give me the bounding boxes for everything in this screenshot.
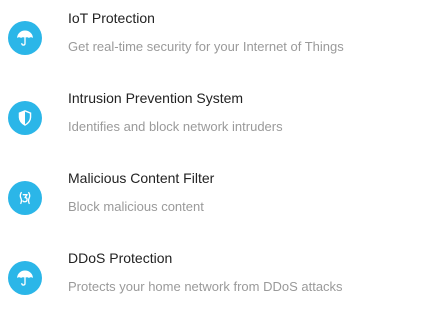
umbrella-icon	[8, 21, 42, 55]
filter-icon	[8, 181, 42, 215]
feature-description: Get real-time security for your Internet…	[68, 39, 344, 54]
shield-icon	[8, 101, 42, 135]
feature-title: Malicious Content Filter	[68, 170, 215, 186]
feature-title: IoT Protection	[68, 10, 155, 26]
umbrella-icon	[8, 261, 42, 295]
feature-title: Intrusion Prevention System	[68, 90, 244, 106]
feature-title: DDoS Protection	[68, 250, 173, 266]
feature-intrusion-prevention: Intrusion Prevention System Identifies a…	[8, 89, 420, 149]
feature-description: Block malicious content	[68, 199, 204, 214]
feature-iot-protection: IoT Protection Get real-time security fo…	[8, 9, 420, 69]
feature-ddos-protection: DDoS Protection Protects your home netwo…	[8, 249, 420, 309]
feature-malicious-content-filter: Malicious Content Filter Block malicious…	[8, 169, 420, 229]
feature-description: Protects your home network from DDoS att…	[68, 279, 343, 294]
feature-description: Identifies and block network intruders	[68, 119, 283, 134]
